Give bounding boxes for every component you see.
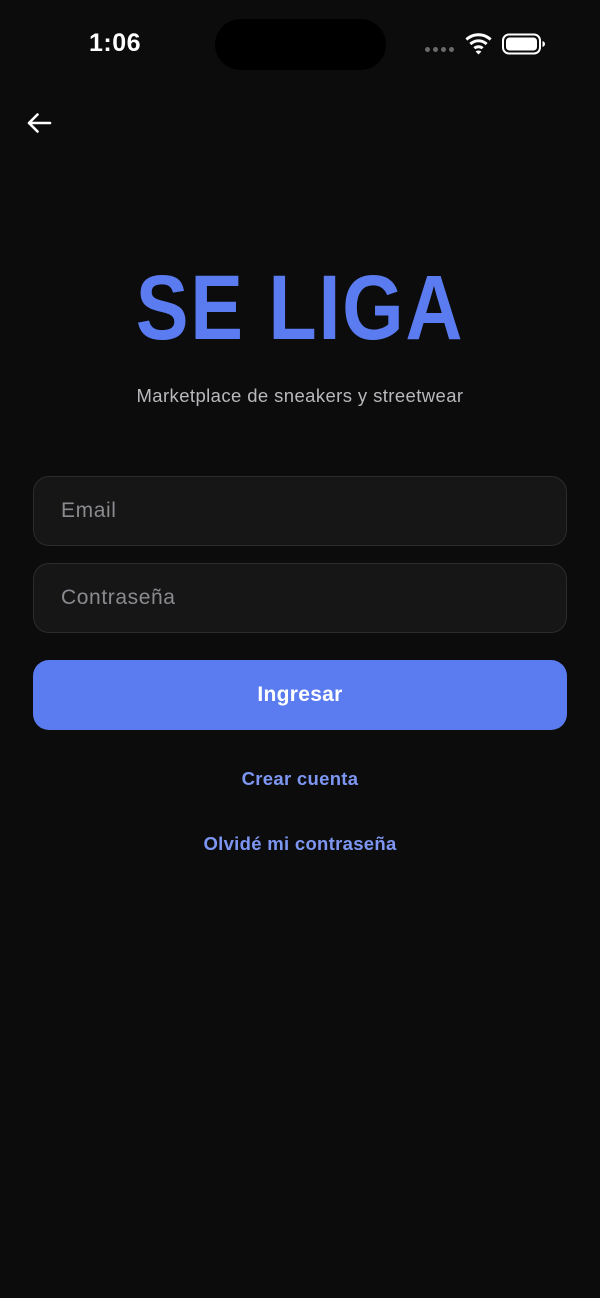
brand-subtitle: Marketplace de sneakers y streetwear [136,385,464,406]
forgot-password-link[interactable]: Olvidé mi contraseña [0,833,600,855]
status-time: 1:06 [89,29,142,57]
login-screen: 1:06 SE LIGA Marketplace de sneakers y s… [0,0,600,1298]
password-field[interactable] [61,564,566,632]
wifi-icon [465,33,492,55]
login-button[interactable]: Ingresar [33,660,567,730]
arrow-left-icon [27,113,52,133]
create-account-link[interactable]: Crear cuenta [0,768,600,790]
back-button[interactable] [22,106,56,140]
status-bar: 1:06 [0,0,600,90]
brand-title: SE LIGA [135,257,465,359]
email-field[interactable] [61,477,566,545]
password-field-container [33,563,567,633]
email-field-container [33,476,567,546]
dynamic-island [215,19,386,70]
cellular-signal-icon [425,47,454,52]
battery-icon [502,33,545,55]
